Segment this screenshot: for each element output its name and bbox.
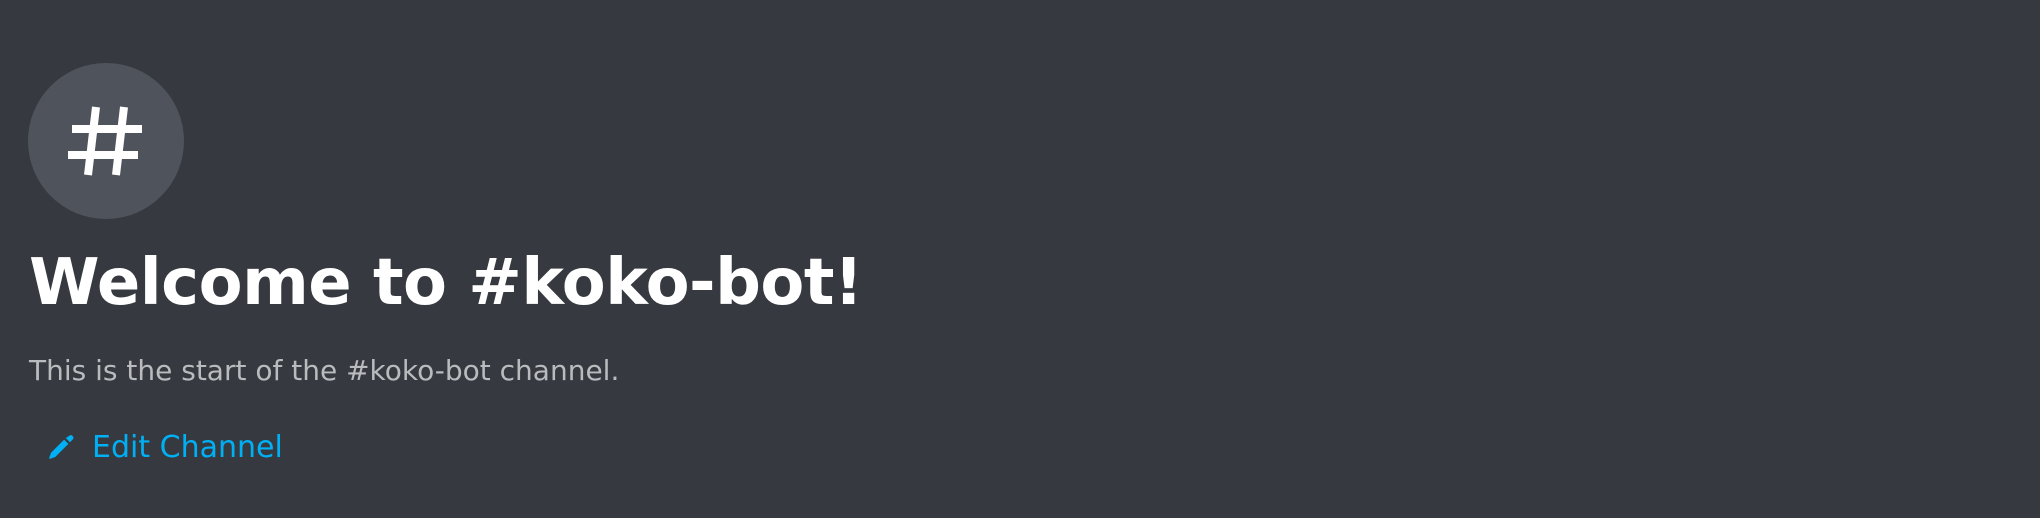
welcome-subtitle: This is the start of the #koko-bot chann… [29, 354, 620, 387]
channel-welcome: Welcome to #koko-bot! This is the start … [0, 0, 2040, 518]
pencil-icon [44, 432, 76, 464]
hashtag-icon [68, 106, 142, 176]
edit-channel-button[interactable]: Edit Channel [44, 426, 283, 470]
channel-icon-circle [28, 63, 184, 219]
edit-channel-label: Edit Channel [92, 430, 283, 465]
welcome-title: Welcome to #koko-bot! [29, 246, 863, 320]
